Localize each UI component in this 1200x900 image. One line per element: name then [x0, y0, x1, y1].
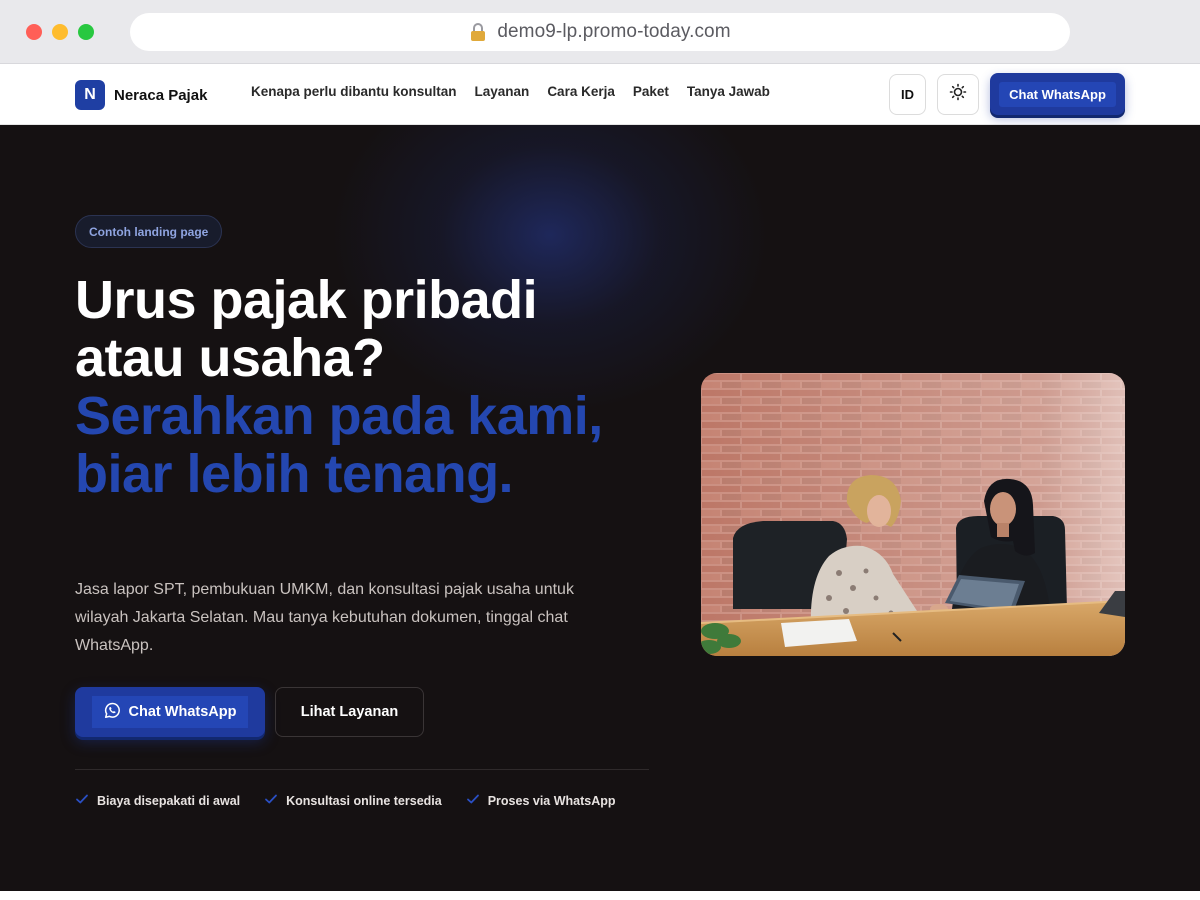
theme-toggle-button[interactable] [937, 74, 979, 115]
feature-label: Proses via WhatsApp [487, 793, 616, 808]
close-window-button[interactable] [26, 24, 42, 40]
hero-whatsapp-label: Chat WhatsApp [128, 704, 237, 720]
nav-link-packages[interactable]: Paket [633, 84, 669, 99]
feature-item: Konsultasi online tersedia [264, 793, 442, 808]
address-bar[interactable]: demo9-lp.promo-today.com [130, 13, 1070, 51]
nav-link-how-it-works[interactable]: Cara Kerja [547, 84, 615, 99]
view-services-button[interactable]: Lihat Layanan [275, 687, 424, 737]
hero-headline-plain: Urus pajak pribadi atau usaha? [75, 270, 538, 388]
meeting-photo-illustration [701, 373, 1125, 656]
nav-link-faq[interactable]: Tanya Jawab [687, 84, 770, 99]
hero-headline-accent: Serahkan pada kami, biar lebih tenang. [75, 386, 603, 504]
maximize-window-button[interactable] [78, 24, 94, 40]
language-toggle-button[interactable]: ID [889, 74, 926, 115]
sun-icon [949, 83, 967, 106]
minimize-window-button[interactable] [52, 24, 68, 40]
hero-headline: Urus pajak pribadi atau usaha? Serahkan … [75, 271, 635, 503]
header-whatsapp-button[interactable]: Chat WhatsApp [990, 73, 1125, 115]
lock-icon [469, 22, 487, 42]
check-icon [75, 793, 89, 808]
hero-whatsapp-button-inner: Chat WhatsApp [91, 696, 249, 728]
page-bottom-area [0, 891, 1200, 900]
browser-chrome: demo9-lp.promo-today.com [0, 0, 1200, 64]
hero-divider [75, 769, 649, 770]
feature-item: Proses via WhatsApp [466, 793, 616, 808]
hero-description: Jasa lapor SPT, pembukuan UMKM, dan kons… [75, 581, 574, 654]
brand-name: Neraca Pajak [114, 86, 208, 104]
hero-section: Contoh landing page Urus pajak pribadi a… [0, 125, 1200, 891]
nav-link-why-consultant[interactable]: Kenapa perlu dibantu konsultan [251, 84, 457, 99]
brand-logo[interactable]: N Neraca Pajak [75, 80, 207, 110]
feature-label: Konsultasi online tersedia [286, 793, 442, 808]
hero-feature-list: Biaya disepakati di awal Konsultasi onli… [75, 793, 616, 808]
hero-photo [701, 373, 1125, 656]
feature-label: Biaya disepakati di awal [97, 793, 241, 808]
check-icon [264, 793, 278, 808]
main-nav: Kenapa perlu dibantu konsultan Layanan C… [251, 84, 770, 99]
hero-whatsapp-button[interactable]: Chat WhatsApp [75, 687, 265, 737]
whatsapp-icon [104, 702, 121, 723]
url-text: demo9-lp.promo-today.com [497, 21, 731, 42]
feature-item: Biaya disepakati di awal [75, 793, 240, 808]
site-header: N Neraca Pajak Kenapa perlu dibantu kons… [0, 64, 1200, 125]
check-icon [466, 793, 480, 808]
nav-link-services[interactable]: Layanan [475, 84, 530, 99]
header-whatsapp-label: Chat WhatsApp [999, 81, 1116, 107]
hero-badge: Contoh landing page [75, 215, 223, 248]
brand-mark: N [75, 80, 105, 110]
window-controls [26, 24, 94, 40]
